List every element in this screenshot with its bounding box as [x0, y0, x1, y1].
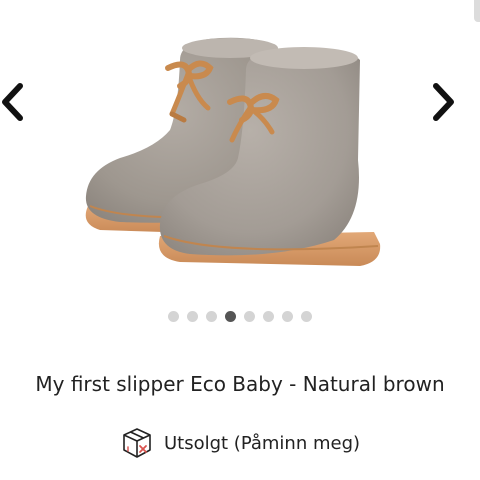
carousel-dot[interactable]	[206, 310, 217, 322]
carousel-dot[interactable]	[263, 310, 274, 322]
next-image-button[interactable]	[424, 78, 464, 126]
carousel-dot[interactable]	[168, 310, 179, 322]
carousel-dots	[0, 309, 480, 323]
chevron-right-icon	[433, 83, 454, 121]
product-page: My first slipper Eco Baby - Natural brow…	[0, 0, 480, 480]
carousel-dot[interactable]	[244, 310, 255, 322]
carousel-dot-active[interactable]	[225, 310, 236, 322]
out-of-stock-box-icon	[123, 428, 151, 458]
carousel-dot[interactable]	[187, 310, 198, 322]
image-gallery[interactable]	[0, 0, 480, 330]
product-image	[85, 37, 381, 266]
carousel-dot[interactable]	[301, 310, 312, 322]
product-title: My first slipper Eco Baby - Natural brow…	[35, 372, 445, 396]
chevron-left-icon	[2, 83, 23, 121]
stock-status-text: Utsolgt (Påminn meg)	[163, 432, 361, 454]
previous-image-button[interactable]	[0, 78, 32, 126]
stock-status[interactable]: Utsolgt (Påminn meg)	[0, 425, 480, 461]
carousel-dot[interactable]	[282, 310, 293, 322]
